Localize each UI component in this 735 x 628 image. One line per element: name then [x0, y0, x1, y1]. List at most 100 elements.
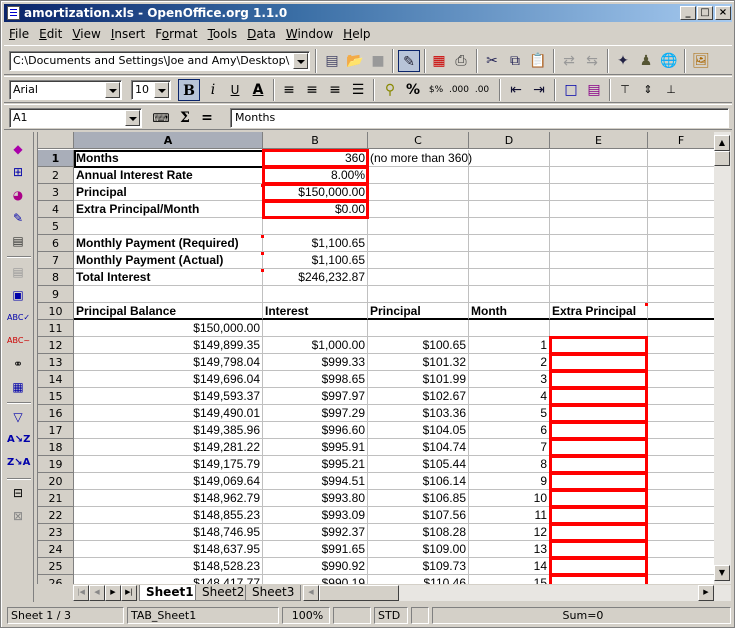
menu-format[interactable]: Format [150, 24, 202, 41]
row-header[interactable]: 24 [38, 541, 74, 558]
row-header[interactable]: 13 [38, 354, 74, 371]
column-header-e[interactable]: E [550, 132, 648, 149]
cell-a7[interactable]: Monthly Payment (Actual) [74, 252, 263, 269]
sort-descending-icon[interactable]: Z↘A [7, 452, 30, 474]
cell-a2[interactable]: Annual Interest Rate [74, 167, 263, 184]
cell-f25[interactable] [648, 558, 714, 575]
cell-a8[interactable]: Total Interest [74, 269, 263, 286]
cell-e18[interactable] [550, 439, 648, 456]
cell-d10[interactable]: Month [469, 303, 550, 320]
row-header[interactable]: 19 [38, 456, 74, 473]
insert-object-icon[interactable]: ◆ [7, 138, 29, 160]
previous-sheet-button[interactable]: ◀ [89, 585, 105, 601]
menu-window[interactable]: Window [281, 24, 338, 41]
scroll-down-button[interactable]: ▼ [714, 565, 730, 581]
cell-c5[interactable] [368, 218, 469, 235]
menu-view[interactable]: View [67, 24, 105, 41]
row-header[interactable]: 9 [38, 286, 74, 303]
cell-a14[interactable]: $149,696.04 [74, 371, 263, 388]
cell-c2[interactable] [368, 167, 469, 184]
row-header[interactable]: 25 [38, 558, 74, 575]
open-folder-icon[interactable]: 📂 [344, 50, 366, 72]
cell-c23[interactable]: $108.28 [368, 524, 469, 541]
find-replace-icon[interactable]: ⚭ [7, 353, 29, 375]
sheet-tab-sheet1[interactable]: Sheet1 [139, 585, 201, 601]
cell-f18[interactable] [648, 439, 714, 456]
cell-d7[interactable] [469, 252, 550, 269]
close-button[interactable]: × [715, 6, 731, 20]
cell-e13[interactable] [550, 354, 648, 371]
cell-a22[interactable]: $148,855.23 [74, 507, 263, 524]
cell-a10[interactable]: Principal Balance [74, 303, 263, 320]
row-header[interactable]: 1 [38, 150, 74, 167]
sort-ascending-icon[interactable]: A↘Z [7, 429, 30, 451]
comment-indicator[interactable] [645, 303, 648, 306]
row-header[interactable]: 5 [38, 218, 74, 235]
center-vertically-icon[interactable]: ⇕ [637, 79, 659, 101]
comment-indicator[interactable] [261, 184, 264, 187]
cell-d26[interactable]: 15 [469, 575, 550, 584]
cell-f26[interactable] [648, 575, 714, 584]
cell-f24[interactable] [648, 541, 714, 558]
row-header[interactable]: 17 [38, 422, 74, 439]
row-header[interactable]: 2 [38, 167, 74, 184]
cell-c12[interactable]: $100.65 [368, 337, 469, 354]
cell-b6[interactable]: $1,100.65 [263, 235, 368, 252]
delete-decimal-icon[interactable]: .00 [471, 79, 493, 101]
function-icon[interactable]: = [196, 107, 218, 129]
cell-f22[interactable] [648, 507, 714, 524]
currency-format-icon[interactable]: ⚲ [379, 79, 401, 101]
row-header[interactable]: 21 [38, 490, 74, 507]
row-header[interactable]: 10 [38, 303, 74, 320]
cell-a15[interactable]: $149,593.37 [74, 388, 263, 405]
navigator-icon[interactable]: ✦ [612, 50, 634, 72]
row-header[interactable]: 6 [38, 235, 74, 252]
cell-e11[interactable] [550, 320, 648, 337]
cell-b25[interactable]: $990.92 [263, 558, 368, 575]
decrease-indent-icon[interactable]: ⇤ [505, 79, 527, 101]
cell-c14[interactable]: $101.99 [368, 371, 469, 388]
cell-c7[interactable] [368, 252, 469, 269]
cell-e8[interactable] [550, 269, 648, 286]
cell-b19[interactable]: $995.21 [263, 456, 368, 473]
menu-edit[interactable]: Edit [34, 24, 67, 41]
insert-chart-icon[interactable]: ◕ [7, 184, 29, 206]
delete-rows-icon[interactable]: ⊠ [7, 505, 29, 527]
cell-e1[interactable] [550, 150, 648, 167]
row-header[interactable]: 14 [38, 371, 74, 388]
url-combo[interactable]: C:\Documents and Settings\Joe and Amy\De… [9, 51, 310, 71]
cell-a23[interactable]: $148,746.95 [74, 524, 263, 541]
cell-b21[interactable]: $993.80 [263, 490, 368, 507]
row-header[interactable]: 12 [38, 337, 74, 354]
cut-icon[interactable]: ✂ [481, 50, 503, 72]
cell-a24[interactable]: $148,637.95 [74, 541, 263, 558]
gallery-icon[interactable]: 🖼 [690, 50, 712, 72]
spellcheck-icon[interactable]: ABC✓ [7, 307, 30, 329]
maximize-button[interactable]: □ [697, 6, 713, 20]
stylist-icon[interactable]: ♟ [635, 50, 657, 72]
cell-e6[interactable] [550, 235, 648, 252]
cell-d5[interactable] [469, 218, 550, 235]
cell-f7[interactable] [648, 252, 714, 269]
cell-f19[interactable] [648, 456, 714, 473]
cell-b16[interactable]: $997.29 [263, 405, 368, 422]
cell-d16[interactable]: 5 [469, 405, 550, 422]
row-header[interactable]: 4 [38, 201, 74, 218]
cell-a12[interactable]: $149,899.35 [74, 337, 263, 354]
cell-b20[interactable]: $994.51 [263, 473, 368, 490]
formula-input[interactable]: Months [230, 108, 729, 128]
cell-b14[interactable]: $998.65 [263, 371, 368, 388]
cell-c11[interactable] [368, 320, 469, 337]
cell-f2[interactable] [648, 167, 714, 184]
insert-rows-icon[interactable]: ⊟ [7, 482, 29, 504]
cell-a19[interactable]: $149,175.79 [74, 456, 263, 473]
sum-icon[interactable]: Σ [174, 107, 196, 129]
horizontal-scrollbar[interactable]: ◀ ▶ [303, 585, 731, 601]
cell-b10[interactable]: Interest [263, 303, 368, 320]
cell-d8[interactable] [469, 269, 550, 286]
cell-c20[interactable]: $106.14 [368, 473, 469, 490]
menu-file[interactable]: File [4, 24, 34, 41]
cell-f21[interactable] [648, 490, 714, 507]
cell-a11[interactable]: $150,000.00 [74, 320, 263, 337]
cell-b26[interactable]: $990.19 [263, 575, 368, 584]
